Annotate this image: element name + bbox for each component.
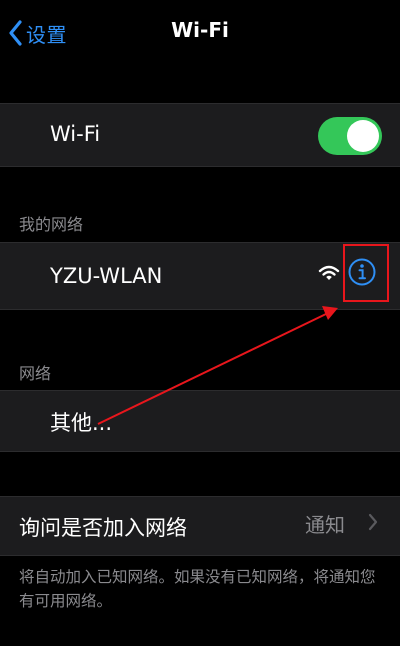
my-networks-header: 我的网络 [19, 215, 84, 234]
other-network-label: 其他... [50, 411, 113, 435]
toggle-knob [347, 120, 379, 152]
ask-to-join-footnote: 将自动加入已知网络。如果没有已知网络，将通知您有可用网络。 [19, 568, 376, 610]
ask-to-join-row[interactable]: 询问是否加入网络 通知 [0, 496, 400, 556]
wifi-toggle-switch[interactable] [318, 117, 382, 155]
chevron-right-icon [368, 513, 378, 531]
wifi-signal-icon [318, 265, 340, 280]
network-row-yzu-wlan[interactable]: YZU-WLAN [0, 242, 400, 310]
networks-header: 网络 [19, 364, 52, 383]
network-name: YZU-WLAN [50, 264, 163, 288]
wifi-toggle-label: Wi-Fi [50, 122, 101, 146]
other-network-row[interactable]: 其他... [0, 390, 400, 452]
ask-to-join-value: 通知 [305, 513, 345, 537]
annotation-highlight-box [343, 244, 389, 302]
ask-to-join-label: 询问是否加入网络 [19, 516, 187, 540]
wifi-toggle-row: Wi-Fi [0, 103, 400, 167]
navigation-bar: 设置 Wi-Fi [0, 0, 400, 64]
page-title: Wi-Fi [171, 18, 229, 42]
